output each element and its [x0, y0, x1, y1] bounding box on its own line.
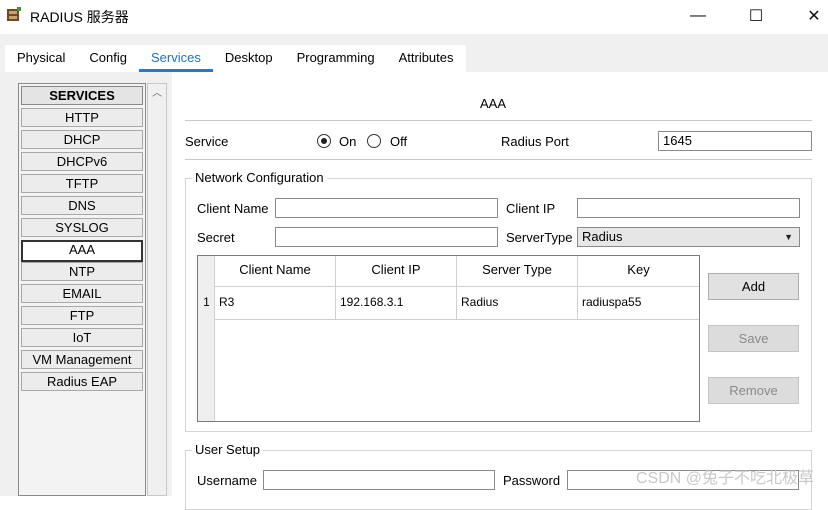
cell-server-type: Radius: [457, 286, 578, 319]
client-ip-label: Client IP: [506, 201, 556, 216]
sidebar-item-aaa[interactable]: AAA: [21, 240, 143, 262]
radius-port-label: Radius Port: [501, 134, 569, 149]
username-input[interactable]: [263, 470, 495, 490]
secret-input[interactable]: [275, 227, 498, 247]
sidebar-item-dhcpv6[interactable]: DHCPv6: [21, 152, 143, 171]
page-title: AAA: [480, 96, 507, 111]
service-on-label: On: [339, 134, 357, 149]
sidebar-item-ntp[interactable]: NTP: [21, 262, 143, 281]
column-header-key[interactable]: Key: [578, 256, 699, 286]
row-divider: [215, 319, 699, 320]
sidebar-item-iot[interactable]: IoT: [21, 328, 143, 347]
client-name-input[interactable]: [275, 198, 498, 218]
service-off-label: Off: [390, 134, 408, 149]
sidebar-item-tftp[interactable]: TFTP: [21, 174, 143, 193]
sidebar-item-radius-eap[interactable]: Radius EAP: [21, 372, 143, 391]
cell-client-name: R3: [215, 286, 336, 319]
save-button[interactable]: Save: [708, 325, 799, 352]
username-label: Username: [197, 473, 257, 488]
client-ip-input[interactable]: [577, 198, 800, 218]
service-on-radio[interactable]: [317, 134, 331, 148]
sidebar-item-dhcp[interactable]: DHCP: [21, 130, 143, 149]
sidebar-item-dns[interactable]: DNS: [21, 196, 143, 215]
close-button[interactable]: ✕: [792, 4, 828, 28]
column-header-server-type[interactable]: Server Type: [457, 256, 578, 286]
minimize-button[interactable]: —: [676, 4, 720, 28]
tab-desktop[interactable]: Desktop: [213, 45, 285, 70]
maximize-button[interactable]: ☐: [734, 4, 778, 28]
sidebar-item-syslog[interactable]: SYSLOG: [21, 218, 143, 237]
service-off-radio[interactable]: [367, 134, 381, 148]
title-divider: [185, 120, 812, 121]
radius-port-input[interactable]: 1645: [658, 131, 812, 151]
watermark-text: CSDN @兔子不吃北极草: [635, 470, 814, 487]
scroll-up-icon[interactable]: ︿: [148, 86, 166, 102]
server-type-value: Radius: [582, 229, 623, 244]
server-app-icon: [7, 7, 21, 21]
tab-programming[interactable]: Programming: [285, 45, 387, 70]
service-label: Service: [185, 134, 229, 149]
tab-bar: Physical Config Services Desktop Program…: [0, 34, 828, 72]
services-header: SERVICES: [21, 86, 143, 105]
secret-label: Secret: [197, 230, 235, 245]
password-label: Password: [503, 473, 561, 488]
sidebar-item-vm-management[interactable]: VM Management: [21, 350, 143, 369]
clients-table: Client Name Client IP Server Type Key 1 …: [197, 255, 700, 422]
column-header-client-name[interactable]: Client Name: [215, 256, 336, 286]
remove-button[interactable]: Remove: [708, 377, 799, 404]
chevron-down-icon: ▼: [784, 232, 793, 242]
tab-strip: Physical Config Services Desktop Program…: [5, 45, 466, 72]
row-number: 1: [203, 295, 210, 309]
sidebar-item-email[interactable]: EMAIL: [21, 284, 143, 303]
tab-physical[interactable]: Physical: [5, 45, 77, 70]
column-header-client-ip[interactable]: Client IP: [336, 256, 457, 286]
row-number-column: [198, 256, 215, 421]
add-button[interactable]: Add: [708, 273, 799, 300]
service-divider: [185, 159, 812, 160]
tab-attributes[interactable]: Attributes: [387, 45, 466, 70]
user-setup-legend: User Setup: [192, 442, 264, 457]
tab-config[interactable]: Config: [77, 45, 139, 70]
server-type-label: ServerType: [506, 230, 573, 245]
client-name-label: Client Name: [197, 201, 269, 216]
server-type-select[interactable]: Radius ▼: [577, 227, 800, 247]
sidebar-item-http[interactable]: HTTP: [21, 108, 143, 127]
title-bar: RADIUS 服务器 — ☐ ✕: [0, 0, 828, 34]
aaa-panel: AAA Service On Off Radius Port 1645 Netw…: [172, 72, 828, 510]
sidebar-item-ftp[interactable]: FTP: [21, 306, 143, 325]
sidebar-scrollbar[interactable]: ︿: [147, 83, 167, 496]
window-title: RADIUS 服务器: [30, 9, 129, 25]
cell-client-ip: 192.168.3.1: [336, 286, 457, 319]
services-sidebar: SERVICES HTTP DHCP DHCPv6 TFTP DNS SYSLO…: [0, 72, 172, 496]
services-list: SERVICES HTTP DHCP DHCPv6 TFTP DNS SYSLO…: [18, 83, 146, 496]
tab-services[interactable]: Services: [139, 45, 213, 72]
cell-key: radiuspa55: [582, 295, 642, 309]
network-configuration-legend: Network Configuration: [192, 170, 327, 185]
